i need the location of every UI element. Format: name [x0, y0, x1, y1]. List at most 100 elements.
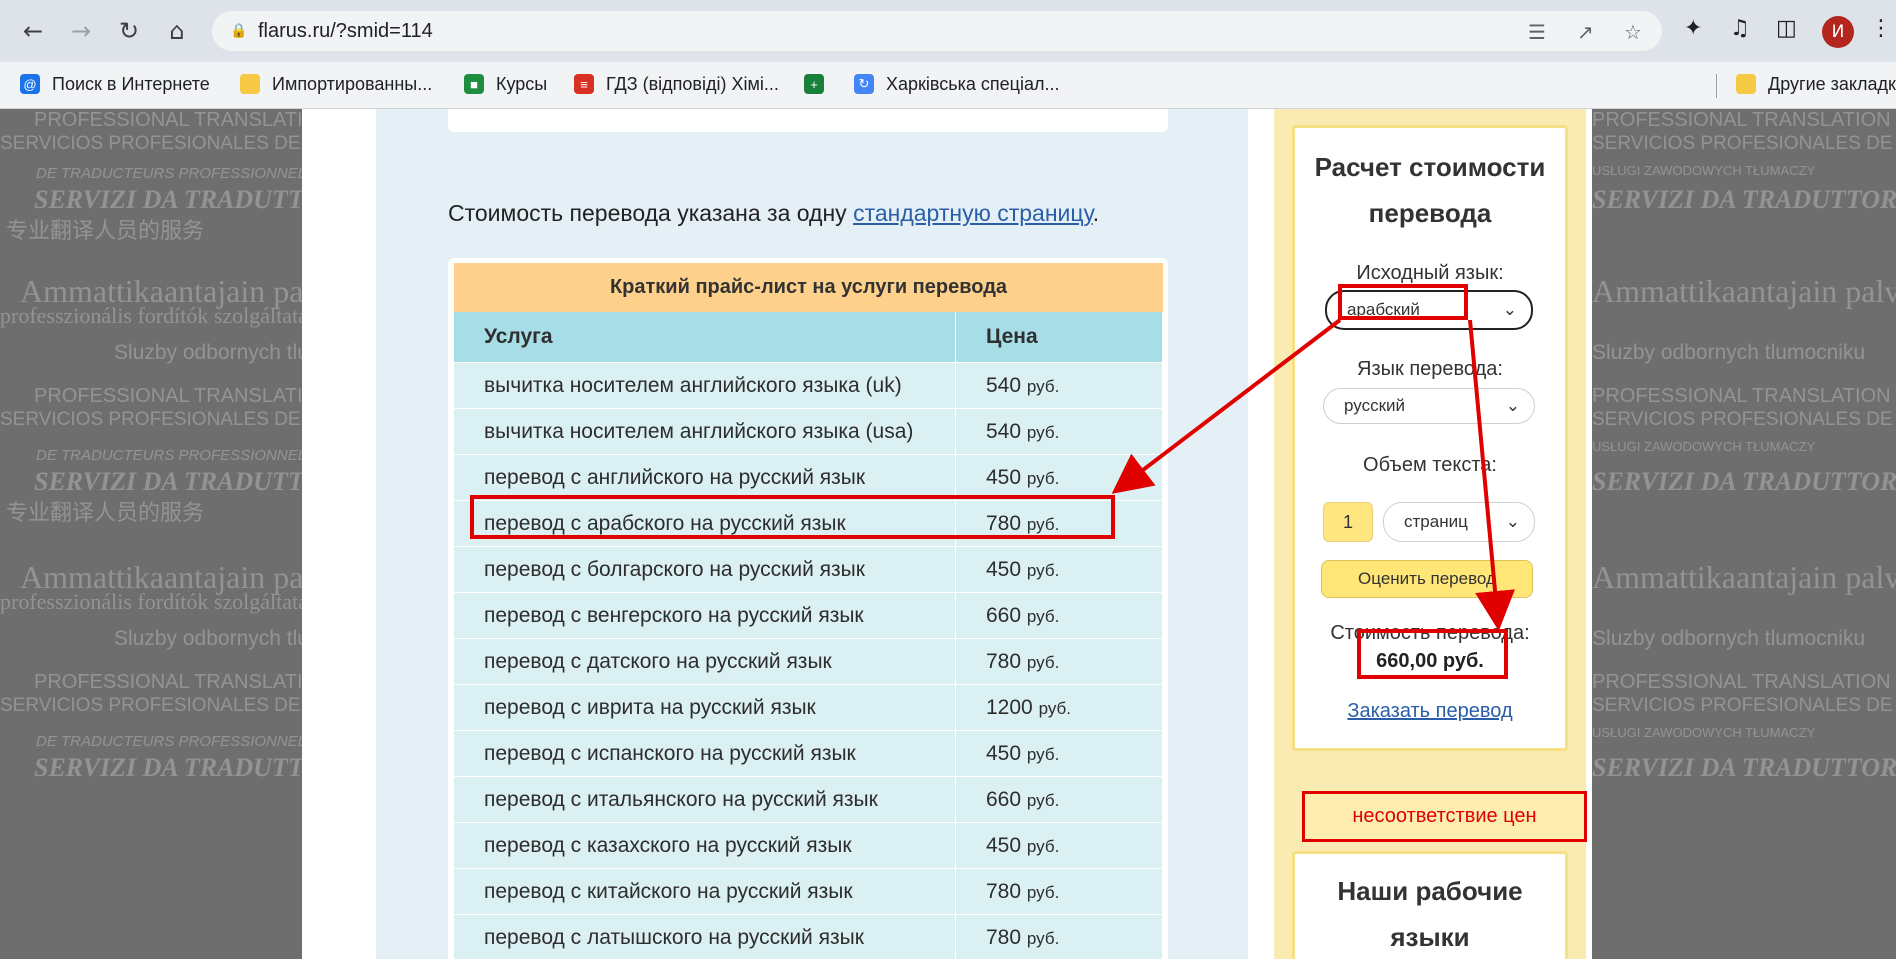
bookmark-item[interactable]: ■ Курсы — [464, 70, 547, 98]
forward-icon[interactable]: → — [64, 14, 98, 48]
bookmark-star-icon[interactable]: ☆ — [1624, 20, 1642, 44]
note-text: Стоимость перевода указана за одну — [448, 200, 854, 226]
watermark-text: SERVIZI DA TRADUTTORI PROFESSIONISTI — [1592, 467, 1896, 496]
chevron-down-icon: ⌄ — [1505, 396, 1520, 415]
bookmark-item[interactable]: @ Поиск в Интернете — [20, 70, 210, 98]
source-language-label: Исходный язык: — [1356, 262, 1504, 284]
price-value: 780 — [986, 879, 1022, 903]
watermark-text: SERVICIOS PROFESIONALES DE LOS TRADUCTOR… — [1592, 133, 1896, 154]
browser-toolbar: ← → ↻ ⌂ 🔒 flarus.ru/?smid=114 ☰ ↗ ☆ ✦ ♫ … — [0, 0, 1896, 62]
chevron-down-icon: ⌄ — [1502, 300, 1517, 319]
translate-icon[interactable]: ☰ — [1528, 20, 1546, 44]
watermark-text: DE TRADUCTEURS PROFESSIONNELS — [36, 165, 317, 182]
volume-unit-value: страниц — [1404, 512, 1468, 531]
profile-avatar[interactable]: И — [1822, 16, 1854, 48]
table-row: перевод с иврита на русский язык 1200 руб… — [454, 684, 1163, 731]
watermark-text: SERVIZI DA TRADUTTORI PROFESSIONISTI — [1592, 185, 1896, 214]
watermark-text: PROFESSIONAL TRANSLATION SERVICES — [1592, 109, 1896, 131]
bookmark-item[interactable]: Импортированны... — [240, 70, 432, 98]
other-bookmarks[interactable]: Другие закладк — [1736, 70, 1896, 98]
volume-input[interactable]: 1 — [1323, 502, 1373, 542]
target-language-select[interactable]: русский ⌄ — [1323, 388, 1535, 424]
target-language-value: русский — [1344, 396, 1406, 415]
folder-icon — [1736, 74, 1756, 94]
price-table: Краткий прайс-лист на услуги перевода Ус… — [454, 263, 1163, 959]
price-unit: руб. — [1026, 468, 1060, 488]
reload-icon[interactable]: ↻ — [112, 14, 146, 48]
standard-page-link[interactable]: стандартную страницу — [853, 200, 1093, 226]
watermark-text: SERVICIOS PROFESIONALES DE LOS TRADUCTOR… — [1592, 409, 1896, 430]
watermark-text: Ammattikaantajain palvelut — [1592, 559, 1896, 595]
price-cell: 450 руб. — [955, 822, 1163, 869]
bookmark-item[interactable]: ↻ Харківська спеціал... — [854, 70, 1060, 98]
price-value: 450 — [986, 741, 1022, 765]
price-value: 540 — [986, 419, 1022, 443]
price-unit: руб. — [1038, 698, 1071, 718]
price-value: 450 — [986, 833, 1022, 857]
bookmark-item[interactable]: ≡ ГДЗ (відповіді) Хімі... — [574, 70, 779, 98]
side-panel-icon[interactable]: ◫ — [1776, 16, 1797, 41]
chevron-down-icon: ⌄ — [1505, 512, 1520, 531]
bookmark-label: Другие закладк — [1768, 73, 1896, 94]
watermark-text: professzionális fordítók szolgáltatása — [0, 589, 327, 614]
working-languages-title: Наши рабочие языки — [1295, 868, 1565, 959]
school-icon: ↻ — [854, 74, 874, 94]
working-languages-title-line: языки — [1390, 922, 1470, 952]
price-unit: руб. — [1026, 652, 1060, 672]
media-icon[interactable]: ♫ — [1730, 16, 1750, 41]
watermark-text: SERVIZI DA TRADUTTORI PROFESSIONISTI — [1592, 753, 1896, 782]
watermark-text: DE TRADUCTEURS PROFESSIONNELS — [36, 733, 317, 750]
calculator-title: Расчет стоимости перевода — [1295, 144, 1565, 236]
watermark-text: USŁUGI ZAWODOWYCH TŁUMACZY — [1592, 439, 1816, 454]
price-mismatch-annotation: несоответствие цен — [1302, 791, 1587, 842]
table-row: перевод с венгерского на русский язык 660… — [454, 592, 1163, 639]
extensions-icon[interactable]: ✦ — [1684, 16, 1702, 41]
order-link[interactable]: Заказать перевод — [1295, 700, 1565, 723]
watermark-text: 专业翻译人员的服务 — [6, 218, 205, 243]
service-cell: перевод с казахского на русский язык — [454, 822, 956, 869]
bookmark-label: Харківська спеціал... — [886, 73, 1060, 94]
menu-icon[interactable]: ⋮ — [1870, 16, 1892, 41]
watermark-text: Sluzby odbornych tlumocniku — [1592, 341, 1866, 364]
watermark-text: 专业翻译人员的服务 — [6, 500, 205, 525]
highlight-box — [1357, 629, 1508, 679]
estimate-button[interactable]: Оценить перевод — [1321, 560, 1533, 598]
volume-unit-select[interactable]: страниц ⌄ — [1383, 502, 1535, 542]
lock-icon[interactable]: 🔒 — [230, 23, 247, 39]
bookmark-item[interactable]: + — [804, 70, 836, 98]
service-cell: перевод с венгерского на русский язык — [454, 592, 956, 639]
table-row: перевод с болгарского на русский язык 450… — [454, 546, 1163, 593]
price-cell: 540 руб. — [955, 362, 1163, 409]
address-bar[interactable]: 🔒 flarus.ru/?smid=114 — [212, 11, 1662, 51]
service-cell: перевод с болгарского на русский язык — [454, 546, 956, 593]
web-page: PROFESSIONAL TRANSLATION SERVICES SERVIC… — [0, 109, 1896, 959]
service-cell: перевод с иврита на русский язык — [454, 684, 956, 731]
table-row: перевод с датского на русский язык 780 ру… — [454, 638, 1163, 685]
plus-icon: + — [804, 74, 824, 94]
price-value: 780 — [986, 925, 1022, 949]
column-header: Услуга — [454, 312, 956, 363]
watermark-text: PROFESSIONAL TRANSLATION SERVICES — [1592, 671, 1896, 693]
service-cell: перевод с датского на русский язык — [454, 638, 956, 685]
watermark-text: professzionális fordítók szolgáltatása — [0, 303, 327, 328]
home-icon[interactable]: ⌂ — [160, 14, 194, 48]
price-unit: руб. — [1026, 560, 1060, 580]
table-row: вычитка носителем английского языка (uk)… — [454, 362, 1163, 409]
at-icon: @ — [20, 74, 40, 94]
service-cell: перевод с английского на русский язык — [454, 454, 956, 501]
price-value: 450 — [986, 557, 1022, 581]
content-card — [448, 109, 1168, 132]
share-icon[interactable]: ↗ — [1577, 20, 1594, 44]
price-cell: 780 руб. — [955, 638, 1163, 685]
column-header: Цена — [955, 312, 1163, 363]
url-text[interactable]: flarus.ru/?smid=114 — [258, 20, 433, 43]
highlight-box — [1338, 284, 1468, 320]
back-icon[interactable]: ← — [16, 14, 50, 48]
table-row: перевод с китайского на русский язык 780 … — [454, 868, 1163, 915]
price-cell: 1200 руб. — [955, 684, 1163, 731]
target-language-label: Язык перевода: — [1357, 358, 1503, 380]
price-unit: руб. — [1026, 606, 1060, 626]
price-table-caption: Краткий прайс-лист на услуги перевода — [454, 263, 1163, 312]
bookmarks-bar: @ Поиск в Интернете Импортированны... ■ … — [0, 62, 1896, 109]
price-cell: 780 руб. — [955, 868, 1163, 915]
